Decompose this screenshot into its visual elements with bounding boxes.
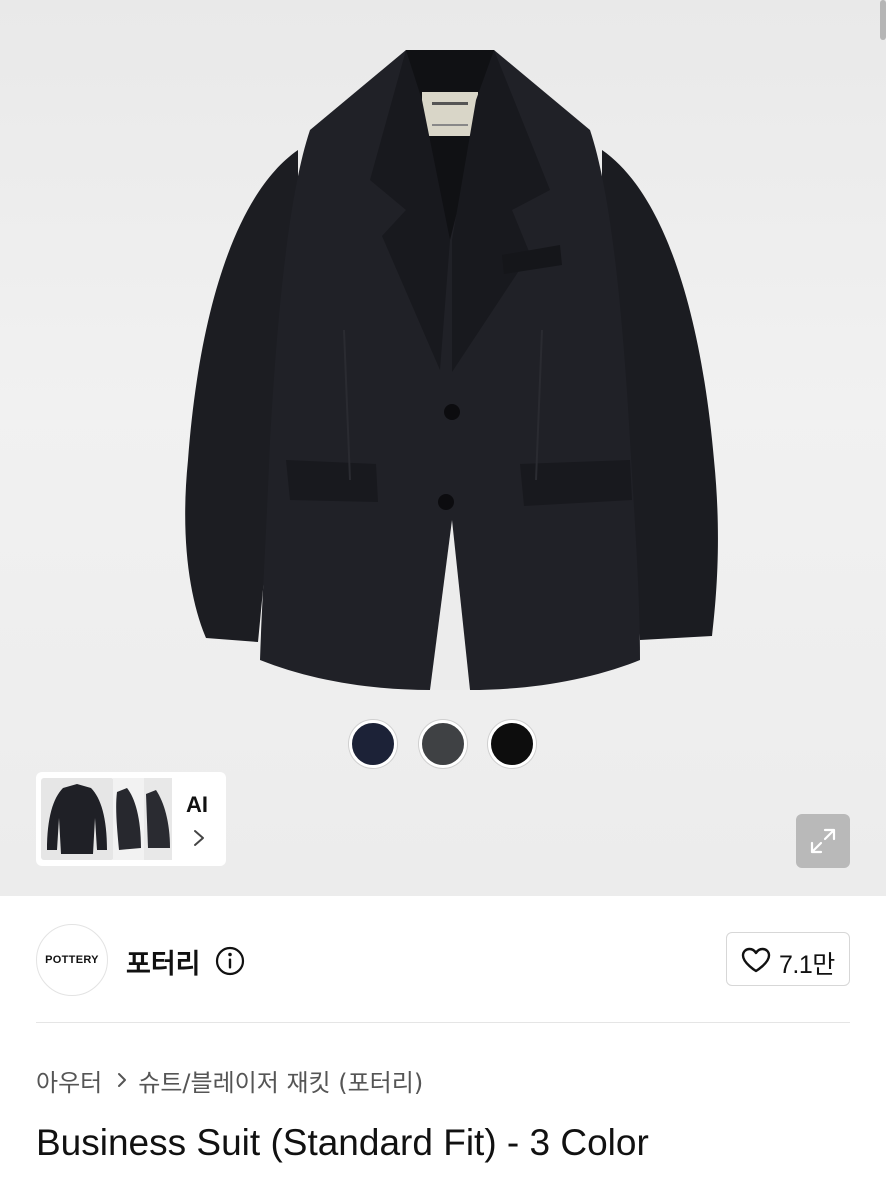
info-icon[interactable] — [214, 945, 246, 977]
thumbnail-2[interactable] — [113, 778, 145, 860]
color-swatches — [0, 720, 886, 770]
breadcrumb-item-outer[interactable]: 아우터 — [36, 1063, 102, 1098]
thumbnail-3[interactable] — [144, 778, 172, 860]
brand-logo-text: POTTERY — [45, 954, 99, 966]
product-image-area[interactable]: AI — [0, 0, 886, 896]
color-swatch-black[interactable] — [488, 720, 536, 768]
divider — [36, 1022, 850, 1023]
thumbnail-strip[interactable]: AI — [36, 772, 226, 866]
brand-logo[interactable]: POTTERY — [36, 924, 108, 996]
product-title: Business Suit (Standard Fit) - 3 Color — [36, 1122, 649, 1163]
color-swatch-navy[interactable] — [349, 720, 397, 768]
brand-row: POTTERY 포터리 7.1만 — [0, 922, 886, 1002]
color-swatch-charcoal[interactable] — [419, 720, 467, 768]
chevron-right-icon — [118, 1073, 127, 1087]
like-count: 7.1만 — [779, 951, 835, 979]
like-button[interactable]: 7.1만 — [726, 932, 850, 986]
expand-button[interactable] — [796, 814, 850, 868]
heart-icon — [741, 947, 771, 973]
breadcrumb-item-category[interactable]: 슈트/블레이저 재킷 (포터리) — [138, 1063, 423, 1098]
ai-label[interactable]: AI — [186, 792, 208, 818]
breadcrumb: 아우터 슈트/블레이저 재킷 (포터리) — [36, 1063, 423, 1097]
scroll-indicator — [880, 0, 886, 40]
expand-icon — [810, 828, 836, 854]
brand-name[interactable]: 포터리 — [126, 942, 201, 981]
chevron-right-icon[interactable] — [192, 828, 206, 848]
jacket-image[interactable] — [170, 40, 730, 700]
thumbnail-1[interactable] — [41, 778, 114, 860]
